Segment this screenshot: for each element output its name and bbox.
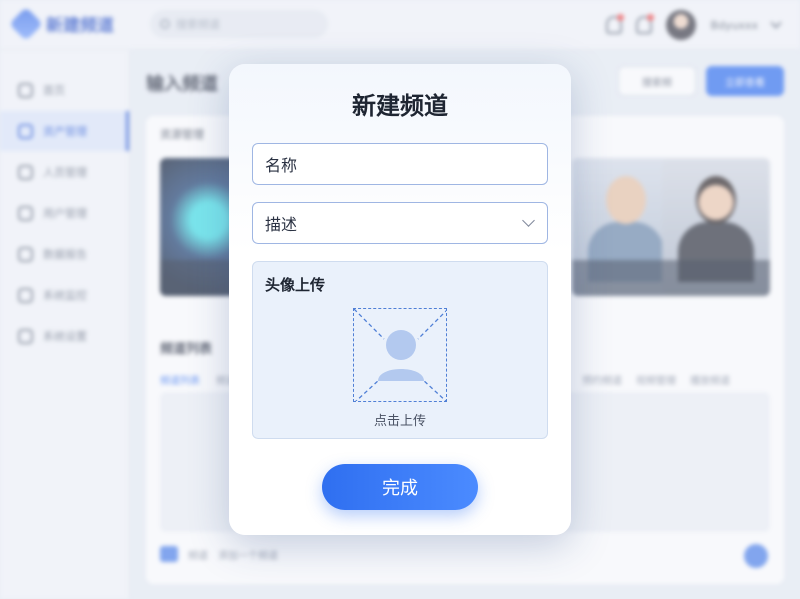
upload-hint[interactable]: 点击上传 <box>253 410 547 429</box>
description-placeholder: 描述 <box>265 215 298 234</box>
upload-title: 头像上传 <box>265 276 326 294</box>
dialog-title: 新建频道 <box>352 92 448 120</box>
chevron-down-icon <box>522 214 535 227</box>
name-field[interactable]: 名称 <box>252 143 548 185</box>
avatar-upload-dropzone[interactable] <box>353 308 447 402</box>
done-button[interactable]: 完成 <box>322 464 478 510</box>
new-channel-dialog: 新建频道 名称 描述 头像上传 点击上传 完成 <box>229 64 571 535</box>
avatar-placeholder-icon <box>354 309 446 401</box>
avatar-upload-panel: 头像上传 点击上传 <box>252 261 548 439</box>
description-select[interactable]: 描述 <box>252 202 548 244</box>
name-placeholder: 名称 <box>265 156 298 175</box>
